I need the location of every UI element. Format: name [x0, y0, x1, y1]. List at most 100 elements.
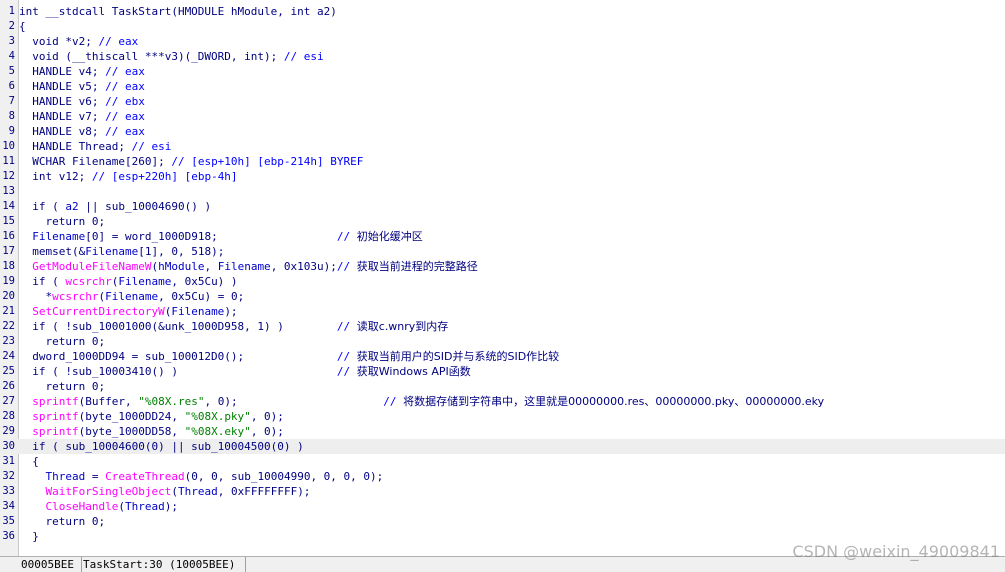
code-text: Filename[0] = word_1000D918; // 初始化缓冲区: [19, 229, 423, 244]
code-text: CloseHandle(Thread);: [19, 499, 178, 514]
code-token: return 0;: [19, 335, 106, 348]
code-line[interactable]: 17 memset(&Filename[1], 0, 518);: [0, 244, 1005, 259]
code-token: (byte_1000DD58,: [78, 425, 185, 438]
code-line[interactable]: 7 HANDLE v6; // ebx: [0, 94, 1005, 109]
code-token[interactable]: Thread: [46, 470, 86, 483]
code-token: HANDLE v4;: [19, 65, 106, 78]
code-line[interactable]: 23 return 0;: [0, 334, 1005, 349]
code-token[interactable]: Filename: [32, 230, 85, 243]
code-line[interactable]: 24 dword_1000DD94 = sub_100012D0(); // 获…: [0, 349, 1005, 364]
code-line[interactable]: 25 if ( !sub_10003410() ) // 获取Windows A…: [0, 364, 1005, 379]
code-text: if ( wcsrchr(Filename, 0x5Cu) ): [19, 274, 238, 289]
code-line[interactable]: 15 return 0;: [0, 214, 1005, 229]
code-token: //: [336, 350, 357, 363]
code-line[interactable]: 10 HANDLE Thread; // esi: [0, 139, 1005, 154]
code-token: HANDLE v7;: [19, 110, 106, 123]
code-line[interactable]: 28 sprintf(byte_1000DD24, "%08X.pky", 0)…: [0, 409, 1005, 424]
code-token: //: [336, 320, 357, 333]
code-line[interactable]: 34 CloseHandle(Thread);: [0, 499, 1005, 514]
code-line[interactable]: 13: [0, 184, 1005, 199]
line-number: 6: [8, 80, 15, 92]
code-token: [0] = word_1000D918;: [85, 230, 337, 243]
code-text: HANDLE v6; // ebx: [19, 94, 145, 109]
code-token[interactable]: sprintf: [32, 425, 78, 438]
line-number: 10: [2, 140, 15, 152]
code-line[interactable]: 9 HANDLE v8; // eax: [0, 124, 1005, 139]
code-line[interactable]: 22 if ( !sub_10001000(&unk_1000D958, 1) …: [0, 319, 1005, 334]
code-text: if ( !sub_10001000(&unk_1000D958, 1) ) /…: [19, 319, 448, 334]
code-token[interactable]: sprintf: [32, 395, 78, 408]
code-token: (: [171, 485, 178, 498]
code-line[interactable]: 21 SetCurrentDirectoryW(Filename);: [0, 304, 1005, 319]
code-token[interactable]: GetModuleFileNameW: [32, 260, 151, 273]
code-token[interactable]: Filename: [171, 305, 224, 318]
code-token: HANDLE v5;: [19, 80, 106, 93]
code-token[interactable]: Filename: [105, 290, 158, 303]
pseudocode-view[interactable]: 1 int __stdcall TaskStart(HMODULE hModule…: [0, 0, 1005, 556]
code-token: memset(&: [19, 245, 86, 258]
code-token[interactable]: sprintf: [32, 410, 78, 423]
code-token[interactable]: wcsrchr: [65, 275, 111, 288]
code-line[interactable]: 32 Thread = CreateThread(0, 0, sub_10004…: [0, 469, 1005, 484]
code-token: // eax: [105, 65, 145, 78]
line-number: 11: [2, 155, 15, 167]
code-token[interactable]: Thread: [125, 500, 165, 513]
code-line[interactable]: 4 void (__thiscall ***v3)(_DWORD, int); …: [0, 49, 1005, 64]
code-token: (byte_1000DD24,: [78, 410, 185, 423]
code-line[interactable]: 20 *wcsrchr(Filename, 0x5Cu) = 0;: [0, 289, 1005, 304]
code-token[interactable]: wcsrchr: [52, 290, 98, 303]
code-token[interactable]: SetCurrentDirectoryW: [32, 305, 164, 318]
code-token: (0, 0, sub_10004990, 0, 0, 0);: [184, 470, 384, 483]
code-line[interactable]: 19 if ( wcsrchr(Filename, 0x5Cu) ): [0, 274, 1005, 289]
line-number: 36: [2, 530, 15, 542]
code-line[interactable]: 30 if ( sub_10004600(0) || sub_10004500(…: [0, 439, 1005, 454]
code-text: if ( sub_10004600(0) || sub_10004500(0) …: [19, 439, 304, 454]
line-number: 15: [2, 215, 15, 227]
code-token: if ( !sub_10003410() ): [19, 365, 337, 378]
code-line[interactable]: 5 HANDLE v4; // eax: [0, 64, 1005, 79]
code-token: 获取当前用户的SID并与系统的SID作比较: [356, 350, 560, 363]
code-token[interactable]: CreateThread: [105, 470, 184, 483]
code-line[interactable]: 27 sprintf(Buffer, "%08X.res", 0); // 将数…: [0, 394, 1005, 409]
code-token[interactable]: WaitForSingleObject: [46, 485, 172, 498]
code-line[interactable]: 8 HANDLE v7; // eax: [0, 109, 1005, 124]
code-token: void *v2;: [19, 35, 99, 48]
code-token: if (: [19, 200, 66, 213]
code-token: , 0);: [250, 410, 284, 423]
code-token: if (: [19, 275, 66, 288]
line-number: 5: [8, 65, 15, 77]
code-token: 将数据存储到字符串中，这里就是00000000.res、00000000.pky…: [403, 395, 825, 408]
code-line[interactable]: 18 GetModuleFileNameW(hModule, Filename,…: [0, 259, 1005, 274]
code-token: , 0x5Cu) ): [171, 275, 238, 288]
code-text: WaitForSingleObject(Thread, 0xFFFFFFFF);: [19, 484, 311, 499]
line-number: 20: [2, 290, 15, 302]
code-token[interactable]: Filename: [218, 260, 271, 273]
code-token: //: [336, 260, 357, 273]
code-line[interactable]: 6 HANDLE v5; // eax: [0, 79, 1005, 94]
code-line[interactable]: 26 return 0;: [0, 379, 1005, 394]
code-line[interactable]: 31 {: [0, 454, 1005, 469]
code-line[interactable]: 2{: [0, 19, 1005, 34]
code-token: // eax: [105, 110, 145, 123]
code-token[interactable]: Filename: [118, 275, 171, 288]
code-token: (Buffer,: [78, 395, 139, 408]
code-line[interactable]: 16 Filename[0] = word_1000D918; // 初始化缓冲…: [0, 229, 1005, 244]
code-token[interactable]: a2: [65, 200, 78, 213]
code-token[interactable]: Filename: [85, 245, 138, 258]
code-line[interactable]: 14 if ( a2 || sub_10004690() ): [0, 199, 1005, 214]
code-token[interactable]: CloseHandle: [46, 500, 119, 513]
code-token: HANDLE v8;: [19, 125, 106, 138]
code-line[interactable]: 12 int v12; // [esp+220h] [ebp-4h]: [0, 169, 1005, 184]
code-line[interactable]: 35 return 0;: [0, 514, 1005, 529]
code-line[interactable]: 1 int __stdcall TaskStart(HMODULE hModule…: [0, 4, 1005, 19]
code-line[interactable]: 33 WaitForSingleObject(Thread, 0xFFFFFFF…: [0, 484, 1005, 499]
code-token[interactable]: Thread: [178, 485, 218, 498]
code-token: HANDLE v6;: [19, 95, 106, 108]
code-line[interactable]: 11 WCHAR Filename[260]; // [esp+10h] [eb…: [0, 154, 1005, 169]
code-line[interactable]: 29 sprintf(byte_1000DD58, "%08X.eky", 0)…: [0, 424, 1005, 439]
code-token[interactable]: hModule: [158, 260, 204, 273]
code-line[interactable]: 3 void *v2; // eax: [0, 34, 1005, 49]
